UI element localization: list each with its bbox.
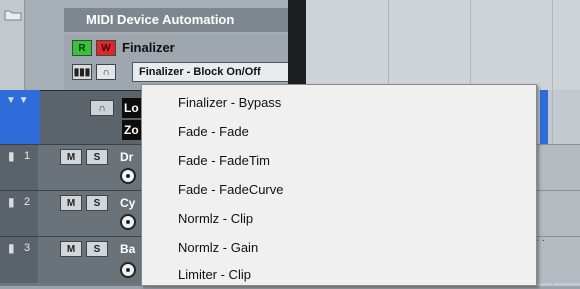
mute-button[interactable]: M <box>60 149 82 165</box>
track-number: 3 <box>24 242 31 254</box>
marker-label-2[interactable]: Zo <box>122 120 142 140</box>
mute-button[interactable]: M <box>60 195 82 211</box>
track-strip <box>0 237 38 283</box>
track-knob[interactable] <box>120 262 136 278</box>
mute-button[interactable]: M <box>60 241 82 257</box>
marker-icon: ▼ ▼ <box>6 95 29 106</box>
piano-icon: ▮ <box>8 195 15 209</box>
menu-item[interactable]: Normlz - Gain <box>142 233 536 262</box>
menu-item[interactable]: Fade - FadeTim <box>142 146 536 175</box>
track-number: 2 <box>24 196 31 208</box>
automation-icon[interactable]: ∩ <box>96 64 116 80</box>
track-knob[interactable] <box>120 168 136 184</box>
parameter-popup-menu: Finalizer - Bypass Fade - Fade Fade - Fa… <box>141 84 537 286</box>
write-automation-button[interactable]: W <box>96 40 116 56</box>
bars-icon[interactable]: ▮▮▮ <box>72 64 92 80</box>
menu-item[interactable]: Fade - FadeCurve <box>142 175 536 204</box>
menu-item[interactable]: Normlz - Clip <box>142 204 536 233</box>
track-name[interactable]: Ba <box>120 242 135 256</box>
menu-item[interactable]: Finalizer - Bypass <box>142 88 536 117</box>
track-number: 1 <box>24 150 31 162</box>
solo-button[interactable]: S <box>86 241 108 257</box>
folder-icon[interactable] <box>4 9 22 21</box>
track-strip <box>0 145 38 191</box>
piano-icon: ▮ <box>8 149 15 163</box>
automation-track-name[interactable]: Finalizer <box>122 38 175 58</box>
track-name[interactable]: Cy <box>120 196 135 210</box>
track-knob[interactable] <box>120 214 136 230</box>
solo-button[interactable]: S <box>86 149 108 165</box>
track-strip <box>0 191 38 237</box>
folder-track-title[interactable]: MIDI Device Automation <box>64 8 288 32</box>
marker-event[interactable] <box>540 90 548 144</box>
marker-label-1[interactable]: Lo <box>122 98 142 118</box>
menu-item[interactable]: Limiter - Clip <box>142 260 536 289</box>
track-name[interactable]: Dr <box>120 150 133 164</box>
menu-item[interactable]: Fade - Fade <box>142 117 536 146</box>
lock-icon[interactable]: ∩ <box>90 100 114 116</box>
automation-parameter-field[interactable]: Finalizer - Block On/Off <box>132 62 292 82</box>
arrange-folder-lane[interactable] <box>306 0 580 90</box>
track-list-divider <box>288 0 306 90</box>
solo-button[interactable]: S <box>86 195 108 211</box>
read-automation-button[interactable]: R <box>72 40 92 56</box>
piano-icon: ▮ <box>8 241 15 255</box>
